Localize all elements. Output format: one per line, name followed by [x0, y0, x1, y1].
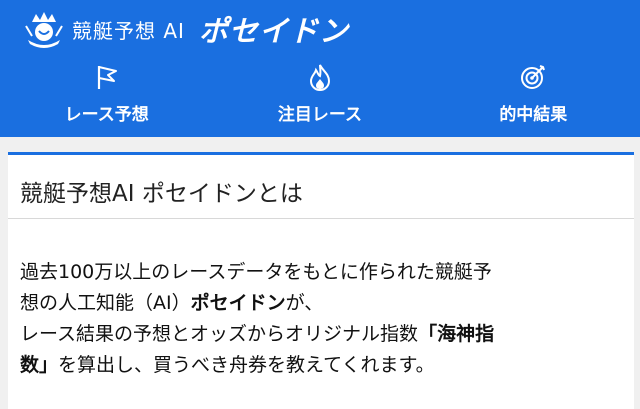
body-line: レース結果の予想とオッズからオリジナル指数「海神指	[20, 319, 634, 350]
about-card: 競艇予想AI ポセイドンとは 過去100万以上のレースデータをもとに作られた競艇…	[8, 152, 634, 409]
body-text: 過去100万以上のレースデータをもとに作られた競艇予	[20, 261, 492, 283]
nav-item-featured-races[interactable]: 注目レース	[213, 62, 426, 137]
card-title: 競艇予想AI ポセイドンとは	[8, 155, 634, 219]
trident-crown-logo-icon	[25, 12, 63, 48]
main-nav: レース予想 注目レース 的中結果	[0, 62, 640, 137]
brand-text: 競艇予想 AI	[72, 18, 185, 43]
app-header: 競艇予想 AI ポセイドン レース予想 注目レース 的中結果	[0, 0, 640, 137]
target-icon	[521, 65, 546, 89]
body-emphasis: 数」	[20, 354, 59, 376]
nav-label: 的中結果	[499, 105, 568, 125]
nav-item-race-prediction[interactable]: レース予想	[0, 62, 213, 137]
body-line: 数」を算出し、買うべき舟券を教えてくれます。	[20, 350, 634, 381]
card-body: 過去100万以上のレースデータをもとに作られた競艇予 想の人工知能（AI）ポセイ…	[8, 219, 634, 381]
nav-label: レース予想	[64, 105, 149, 125]
body-emphasis: 「海神指	[418, 323, 495, 345]
flag-icon	[97, 66, 117, 89]
body-text: が、	[285, 292, 324, 314]
brand-name: ポセイドン	[198, 14, 349, 48]
nav-label: 注目レース	[277, 105, 363, 125]
body-text: 想の人工知能（AI）	[20, 292, 191, 314]
body-line: 想の人工知能（AI）ポセイドンが、	[20, 288, 634, 319]
nav-item-hit-results[interactable]: 的中結果	[427, 62, 640, 137]
brand-logo[interactable]: 競艇予想 AI ポセイドン	[24, 10, 349, 48]
body-emphasis: ポセイドン	[190, 292, 286, 314]
flame-icon	[309, 64, 330, 92]
body-text: を算出し、買うべき舟券を教えてくれます。	[58, 354, 435, 376]
body-text: レース結果の予想とオッズからオリジナル指数	[20, 323, 419, 345]
body-line: 過去100万以上のレースデータをもとに作られた競艇予	[20, 257, 634, 288]
